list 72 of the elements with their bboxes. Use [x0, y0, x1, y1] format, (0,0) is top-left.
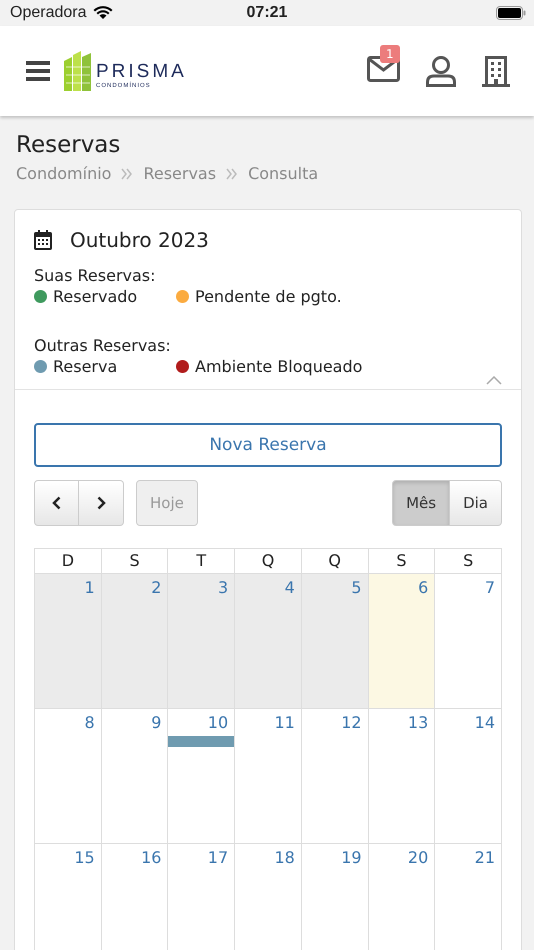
- day-cell[interactable]: 15: [35, 843, 102, 950]
- day-number: 19: [341, 847, 363, 867]
- double-chevron-icon: [226, 168, 238, 180]
- day-number: 2: [151, 577, 162, 597]
- mail-icon[interactable]: [367, 56, 400, 82]
- day-cell[interactable]: 18: [235, 843, 302, 950]
- day-number: 16: [141, 847, 162, 867]
- chevron-left-icon: [52, 496, 61, 510]
- day-cell[interactable]: 16: [102, 843, 168, 950]
- carrier-name: Operadora: [10, 4, 86, 22]
- double-chevron-icon: [121, 168, 134, 180]
- day-number: 6: [418, 577, 430, 597]
- day-number: 7: [484, 577, 496, 597]
- day-cell[interactable]: 3: [168, 573, 236, 708]
- day-cell[interactable]: 10: [168, 708, 236, 843]
- battery-icon: [496, 6, 526, 20]
- day-number: 18: [274, 847, 296, 867]
- day-number: 10: [208, 712, 230, 732]
- notification-badge: 1: [380, 45, 400, 63]
- wifi-icon: [92, 6, 112, 20]
- legend-label: Reserva: [53, 357, 118, 376]
- day-number: 14: [474, 712, 496, 732]
- buildings-logo-icon: [64, 51, 92, 91]
- day-number: 8: [84, 712, 96, 732]
- day-number: 15: [74, 847, 96, 867]
- day-number: 12: [341, 712, 363, 732]
- day-number: 21: [474, 847, 496, 867]
- day-cell[interactable]: 19: [302, 843, 369, 950]
- chevron-right-icon: [96, 496, 106, 510]
- month-title: Outubro 2023: [70, 228, 209, 252]
- legend-title: Outras Reservas:: [34, 336, 172, 355]
- day-cell[interactable]: 12: [302, 708, 369, 843]
- calendar-icon: [34, 230, 52, 250]
- legend-label: Pendente de pgto.: [195, 287, 342, 306]
- new-reservation-button[interactable]: Nova Reserva: [34, 423, 502, 467]
- view-tab[interactable]: Mês: [392, 480, 450, 526]
- day-cell[interactable]: 21: [435, 843, 502, 950]
- legend-title: Suas Reservas:: [34, 266, 157, 285]
- day-cell[interactable]: 20: [368, 843, 436, 950]
- logo-name: PRISMA: [96, 62, 187, 81]
- breadcrumb-link[interactable]: Consulta: [248, 164, 318, 183]
- legend-label: Ambiente Bloqueado: [195, 357, 362, 376]
- day-number: 4: [284, 577, 296, 597]
- day-number: 20: [408, 847, 430, 867]
- breadcrumb-link[interactable]: Condomínio: [16, 164, 112, 183]
- menu-icon[interactable]: [26, 61, 50, 81]
- day-number: 1: [84, 577, 96, 597]
- day-cell[interactable]: 14: [435, 708, 502, 843]
- day-cell[interactable]: 2: [102, 573, 168, 708]
- day-number: 17: [208, 847, 230, 867]
- day-cell[interactable]: 11: [235, 708, 302, 843]
- status-time: 07:21: [246, 4, 288, 21]
- building-icon[interactable]: [482, 56, 510, 86]
- day-cell[interactable]: 9: [102, 708, 168, 843]
- day-cell[interactable]: 4: [235, 573, 302, 708]
- view-tab[interactable]: Dia: [450, 480, 502, 526]
- page-title: Reservas: [16, 132, 122, 158]
- day-number: 13: [408, 712, 430, 732]
- day-cell[interactable]: 6: [368, 573, 436, 708]
- day-cell[interactable]: 7: [435, 573, 502, 708]
- day-number: 11: [274, 712, 296, 732]
- day-cell[interactable]: 8: [35, 708, 102, 843]
- day-number: 9: [151, 712, 162, 732]
- day-cell[interactable]: 1: [35, 573, 102, 708]
- user-icon[interactable]: [426, 56, 456, 86]
- day-number: 5: [351, 577, 363, 597]
- day-cell[interactable]: 5: [302, 573, 369, 708]
- breadcrumb-link[interactable]: Reservas: [143, 164, 216, 183]
- day-number: 3: [218, 577, 230, 597]
- day-cell[interactable]: 17: [168, 843, 236, 950]
- day-cell[interactable]: 13: [368, 708, 436, 843]
- legend-label: Reservado: [53, 287, 138, 306]
